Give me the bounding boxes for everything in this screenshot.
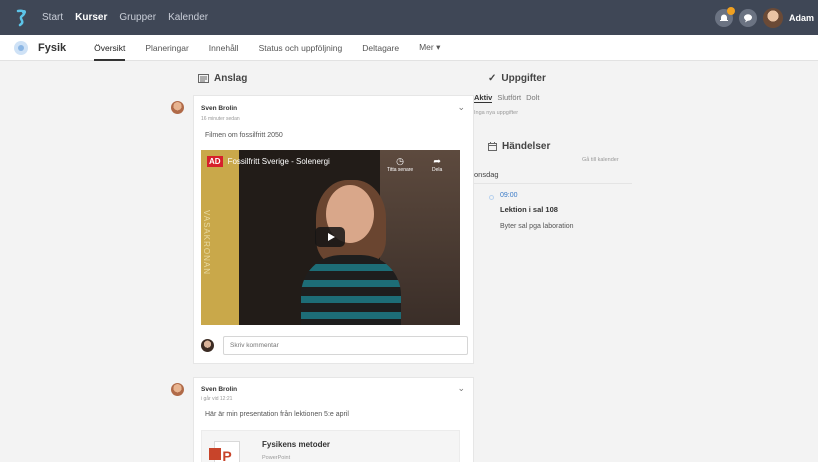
video-banner: VASAKRONAN — [201, 150, 239, 325]
user-name[interactable]: Adam — [789, 13, 814, 23]
course-name[interactable]: Fysik — [38, 42, 66, 54]
post-menu-chevron-icon[interactable]: ⌄ — [457, 102, 465, 113]
play-button[interactable] — [315, 227, 345, 247]
top-navigation-bar: Start Kurser Grupper Kalender Adam — [0, 0, 818, 35]
comment-row — [201, 335, 468, 355]
post-time: 16 minuter sedan — [201, 116, 240, 122]
tasks-heading: ✓ Uppgifter — [488, 73, 546, 84]
video-title-bar: AD Fossilfritt Sverige - Solenergi — [207, 156, 330, 167]
post-time: i går vid 12:21 — [201, 396, 233, 402]
topnav-grupper[interactable]: Grupper — [119, 12, 156, 23]
post-author[interactable]: Sven Brolin — [201, 386, 237, 393]
topnav-kurser[interactable]: Kurser — [75, 12, 107, 23]
messages-button[interactable] — [738, 8, 757, 27]
post-text: Här är min presentation från lektionen 5… — [205, 411, 349, 418]
calendar-link[interactable]: Gå till kalender — [582, 157, 619, 163]
chat-bubble-icon — [743, 13, 752, 22]
events-title: Händelser — [502, 141, 551, 152]
post-author-avatar[interactable] — [171, 383, 184, 396]
tab-deltagare[interactable]: Deltagare — [362, 35, 399, 61]
user-avatar[interactable] — [762, 7, 783, 28]
announcements-title: Anslag — [214, 73, 248, 84]
event-title[interactable]: Lektion i sal 108 — [500, 205, 558, 214]
notifications-button[interactable] — [714, 6, 735, 27]
course-icon — [14, 40, 28, 55]
announcement-post: Sven Brolin 16 minuter sedan ⌄ Filmen om… — [193, 95, 474, 364]
calendar-icon — [488, 142, 497, 151]
tab-oversikt[interactable]: Översikt — [94, 35, 126, 61]
post-author[interactable]: Sven Brolin — [201, 105, 237, 112]
announcement-post: Sven Brolin i går vid 12:21 ⌄ Här är min… — [193, 377, 474, 462]
tab-innehall[interactable]: Innehåll — [209, 35, 239, 61]
course-tab-bar: Fysik Översikt Planeringar Innehåll Stat… — [0, 35, 818, 61]
tab-planeringar[interactable]: Planeringar — [145, 35, 188, 61]
attachment-type: PowerPoint — [262, 455, 291, 461]
task-filter-tabs: Aktiv Slutfört Dolt — [474, 93, 539, 103]
powerpoint-file-icon: P — [209, 441, 240, 462]
events-heading: Händelser — [488, 141, 550, 152]
commenter-avatar — [201, 338, 214, 352]
event-time: 09:00 — [500, 192, 518, 199]
announcement-list-icon — [198, 74, 209, 83]
file-attachment[interactable]: P Fysikens metoder PowerPoint — [201, 430, 460, 462]
filter-dolt[interactable]: Dolt — [526, 93, 539, 103]
announcements-heading: Anslag — [198, 73, 247, 84]
event-description: Byter sal pga laboration — [500, 223, 574, 230]
post-author-avatar[interactable] — [171, 101, 184, 114]
top-right-controls: Adam — [714, 0, 818, 35]
tab-mer-dropdown[interactable]: Mer ▾ — [419, 35, 440, 61]
embedded-video-player[interactable]: VASAKRONAN AD Fossilfritt Sverige - Sole… — [201, 150, 460, 325]
video-frame-person — [296, 180, 406, 325]
topnav-kalender[interactable]: Kalender — [168, 12, 208, 23]
watch-later-button[interactable]: ◷ Titta senare — [387, 156, 413, 173]
filter-slutfort[interactable]: Slutfört — [497, 93, 521, 103]
checkmark-icon: ✓ — [488, 73, 497, 84]
post-text: Filmen om fossilfritt 2050 — [205, 132, 283, 139]
app-logo-icon[interactable] — [12, 8, 32, 28]
tasks-title: Uppgifter — [501, 73, 546, 84]
comment-input[interactable] — [223, 335, 468, 355]
event-dot-icon — [489, 195, 494, 200]
share-button[interactable]: ➦ Dela — [432, 156, 442, 173]
attachment-title[interactable]: Fysikens metoder — [262, 440, 330, 449]
video-title[interactable]: Fossilfritt Sverige - Solenergi — [228, 157, 330, 166]
clock-icon: ◷ — [396, 156, 405, 166]
filter-aktiv[interactable]: Aktiv — [474, 93, 493, 103]
day-label: onsdag — [474, 168, 632, 184]
video-banner-text: VASAKRONAN — [202, 210, 211, 275]
share-arrow-icon: ➦ — [433, 156, 441, 166]
post-menu-chevron-icon[interactable]: ⌄ — [457, 383, 465, 394]
channel-logo[interactable]: AD — [207, 156, 223, 167]
no-tasks-text: Inga nya uppgifter — [474, 110, 519, 116]
topnav-start[interactable]: Start — [42, 12, 63, 23]
tab-status[interactable]: Status och uppföljning — [259, 35, 343, 61]
notification-badge — [726, 6, 735, 15]
